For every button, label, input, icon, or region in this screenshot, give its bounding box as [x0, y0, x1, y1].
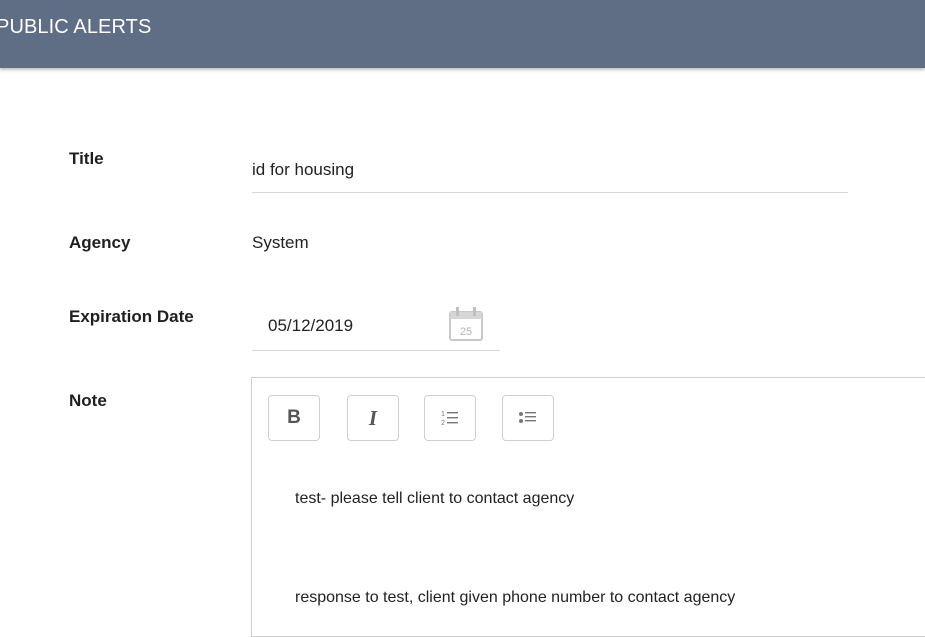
note-text-line: response to test, client given phone num… — [295, 589, 736, 606]
svg-text:2: 2 — [441, 420, 445, 427]
app-header: PUBLIC ALERTS — [0, 0, 925, 68]
expiration-date-underline — [252, 350, 500, 351]
title-field[interactable]: id for housing — [252, 160, 354, 180]
bold-button[interactable]: B — [268, 395, 320, 441]
title-label: Title — [69, 149, 104, 168]
page-title: PUBLIC ALERTS — [0, 16, 152, 38]
italic-button[interactable]: I — [347, 395, 399, 441]
ordered-list-button[interactable]: 1 2 — [424, 395, 476, 441]
bold-icon: B — [287, 407, 301, 428]
expiration-date-field[interactable]: 05/12/2019 — [268, 316, 353, 336]
bullet-list-icon — [519, 412, 536, 423]
calendar-icon[interactable]: 25 — [446, 305, 486, 345]
expiration-date-label: Expiration Date — [69, 307, 194, 326]
title-field-underline — [252, 192, 848, 193]
bullet-list-button[interactable] — [502, 395, 554, 441]
note-text-line: test- please tell client to contact agen… — [295, 490, 575, 507]
italic-icon: I — [368, 405, 378, 430]
calendar-icon-day: 25 — [460, 326, 472, 338]
note-label: Note — [69, 391, 107, 410]
agency-value: System — [252, 233, 309, 252]
agency-label: Agency — [69, 233, 131, 252]
ordered-list-icon: 1 2 — [441, 411, 458, 427]
svg-text:1: 1 — [441, 411, 445, 418]
